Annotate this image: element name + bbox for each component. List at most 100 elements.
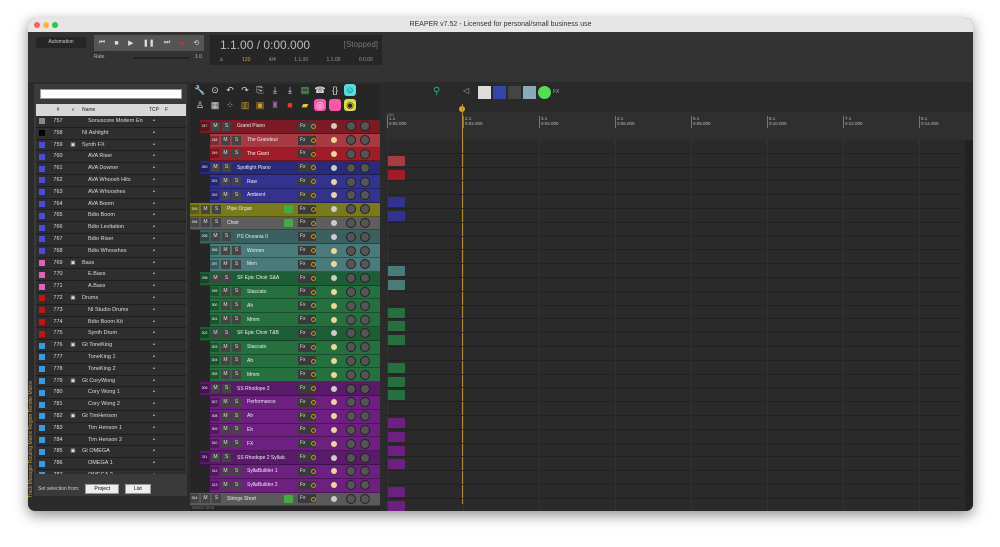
folder-icon[interactable]: [68, 246, 78, 257]
pan-knob[interactable]: [360, 424, 370, 435]
mute-button[interactable]: M: [221, 301, 230, 311]
folder-icon[interactable]: [68, 281, 78, 292]
docker-tabs[interactable]: Track Manager Routing Matrix Region Rend…: [28, 318, 34, 498]
pan-knob[interactable]: [360, 245, 370, 256]
record-arm-button[interactable]: [331, 440, 337, 447]
volume-knob[interactable]: [346, 328, 356, 339]
project-button[interactable]: Project: [85, 484, 119, 494]
tcp-visible-toggle[interactable]: •: [143, 140, 165, 151]
col-name[interactable]: Name: [78, 104, 143, 116]
folder-icon[interactable]: ▣: [68, 340, 78, 351]
pan-knob[interactable]: [360, 397, 370, 408]
solo-button[interactable]: S: [222, 453, 231, 463]
volume-knob[interactable]: [346, 286, 356, 297]
tcp-visible-toggle[interactable]: •: [143, 423, 165, 434]
folder-icon[interactable]: [68, 387, 78, 398]
track-row[interactable]: 314 M S Strings Short Fx: [190, 492, 380, 507]
track-name[interactable]: SF Epic Choir T&B: [237, 330, 301, 336]
tcp-visible-toggle[interactable]: •: [143, 246, 165, 257]
track-lane[interactable]: [385, 388, 963, 403]
mute-button[interactable]: M: [221, 315, 230, 325]
tcp-visible-toggle[interactable]: •: [143, 470, 165, 474]
track-number[interactable]: 312: [210, 466, 219, 476]
tcp-visible-toggle[interactable]: •: [143, 317, 165, 328]
mute-button[interactable]: M: [221, 411, 230, 421]
folder-icon[interactable]: [68, 470, 78, 474]
fx-bypass-icon[interactable]: [311, 427, 316, 433]
metronome-icon[interactable]: ♙: [219, 57, 223, 63]
media-item[interactable]: [387, 486, 405, 497]
folder-icon[interactable]: [68, 187, 78, 198]
undo-icon[interactable]: ↶: [224, 84, 236, 96]
record-arm-button[interactable]: [331, 330, 337, 337]
track-lane[interactable]: [385, 430, 963, 444]
media-item[interactable]: [387, 155, 405, 166]
record-arm-button[interactable]: [331, 164, 337, 171]
tcp-visible-toggle[interactable]: •: [143, 234, 165, 245]
track-row[interactable]: 249 M S The Giant Fx: [210, 147, 380, 162]
ring-icon[interactable]: ◎: [314, 99, 326, 111]
mute-button[interactable]: M: [221, 135, 230, 145]
mute-button[interactable]: M: [211, 328, 220, 338]
plugin-d-icon[interactable]: [523, 86, 536, 99]
table-row[interactable]: 757 Sonuscore Modern Ens •: [36, 116, 186, 128]
solo-button[interactable]: S: [222, 121, 231, 131]
tcp-visible-toggle[interactable]: •: [143, 293, 165, 304]
fx-bypass-icon[interactable]: [311, 137, 316, 143]
volume-knob[interactable]: [346, 259, 356, 270]
solo-button[interactable]: S: [222, 384, 231, 394]
pan-knob[interactable]: [360, 190, 370, 201]
record-arm-button[interactable]: [331, 192, 337, 199]
track-number[interactable]: 301: [210, 315, 219, 325]
track-number[interactable]: 293: [190, 204, 199, 214]
folder-icon[interactable]: [68, 317, 78, 328]
tcp-visible-toggle[interactable]: •: [143, 269, 165, 280]
pan-knob[interactable]: [360, 466, 370, 477]
pan-knob[interactable]: [360, 286, 370, 297]
pan-knob[interactable]: [360, 480, 370, 491]
record-arm-button[interactable]: [331, 302, 337, 309]
volume-knob[interactable]: [346, 480, 356, 491]
track-lane[interactable]: [385, 499, 963, 511]
solo-button[interactable]: S: [232, 135, 241, 145]
folder-icon[interactable]: [68, 364, 78, 375]
folder-icon[interactable]: [68, 222, 78, 233]
mute-button[interactable]: M: [221, 149, 230, 159]
mute-button[interactable]: M: [221, 342, 230, 352]
record-arm-button[interactable]: [331, 150, 337, 157]
monitor-icon[interactable]: [284, 218, 293, 227]
solo-button[interactable]: S: [232, 246, 241, 256]
col-number[interactable]: #: [48, 104, 68, 116]
yellow-icon[interactable]: ◉: [344, 99, 356, 111]
track-name[interactable]: Grand Piano: [237, 123, 301, 129]
media-item[interactable]: [387, 210, 405, 221]
track-lane[interactable]: [385, 444, 963, 458]
track-number[interactable]: 314: [190, 494, 199, 504]
volume-knob[interactable]: [346, 190, 356, 201]
table-row[interactable]: 772 ▣ Drums •: [36, 292, 186, 305]
track-name[interactable]: Pipe Organ: [227, 206, 291, 212]
play-button[interactable]: ▶: [128, 39, 133, 47]
track-row[interactable]: 310 M S FX Fx: [210, 437, 380, 452]
pan-knob[interactable]: [360, 162, 370, 173]
table-row[interactable]: 764 AVA Boom •: [36, 198, 186, 211]
track-number[interactable]: 298: [200, 273, 209, 283]
tcp-visible-toggle[interactable]: •: [143, 210, 165, 221]
mute-button[interactable]: M: [221, 177, 230, 187]
track-lane[interactable]: [385, 416, 963, 430]
record-arm-button[interactable]: [331, 219, 337, 226]
mute-button[interactable]: M: [211, 121, 220, 131]
col-folder[interactable]: »: [68, 104, 78, 116]
track-lane[interactable]: [385, 375, 963, 389]
tcp-visible-toggle[interactable]: •: [143, 446, 165, 457]
folder-icon[interactable]: [68, 305, 78, 316]
tcp-visible-toggle[interactable]: •: [143, 387, 165, 398]
volume-knob[interactable]: [346, 176, 356, 187]
track-row[interactable]: 296 M S Women Fx: [210, 244, 380, 258]
solo-button[interactable]: S: [232, 287, 241, 297]
mute-button[interactable]: M: [221, 466, 230, 476]
tcp-visible-toggle[interactable]: •: [143, 163, 165, 174]
track-lane[interactable]: [385, 278, 963, 292]
monitor-icon[interactable]: [284, 494, 293, 503]
import-icon[interactable]: ⤓: [269, 84, 281, 96]
